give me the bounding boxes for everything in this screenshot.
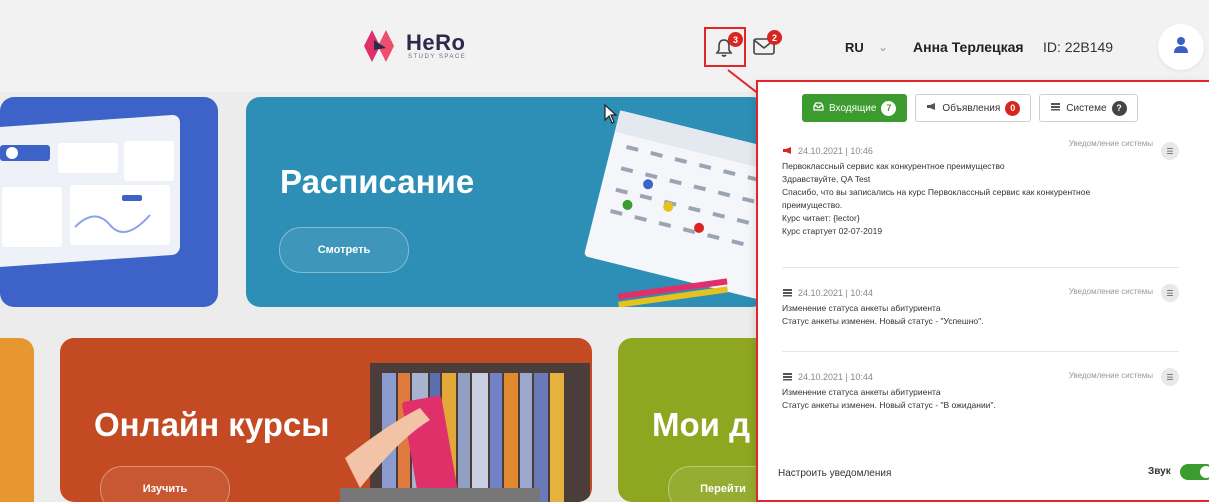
tab-announcements-label: Объявления	[942, 102, 1001, 114]
dashboard-card[interactable]	[0, 97, 218, 307]
sound-label: Звук	[1148, 466, 1171, 477]
dashboard-illustration	[0, 114, 180, 268]
tab-inbox-count: 7	[881, 100, 897, 116]
tab-inbox[interactable]: Входящие 7	[802, 94, 908, 122]
notification-text: преимущество.	[782, 200, 843, 210]
tab-system-count: ?	[1111, 100, 1127, 116]
notifications-badge: 3	[728, 32, 743, 47]
mouse-cursor-icon	[604, 104, 618, 124]
notification-text: Курс читает: {lector}	[782, 213, 860, 223]
notification-source: Уведомление системы	[1068, 371, 1153, 380]
notification-list: 24.10.2021 | 10:46 Уведомление системы ☰…	[782, 136, 1179, 436]
tab-inbox-label: Входящие	[829, 102, 877, 114]
messages-button[interactable]: 2	[751, 30, 783, 60]
notification-text: Статус анкеты изменен. Новый статус - "В…	[782, 400, 996, 410]
notifications-panel: Входящие 7 Объявления 0 Системе ? 24.10.…	[756, 80, 1209, 502]
top-header: HeRo STUDY SPACE 3 2 RU ⌄ Анна Терлецкая…	[0, 0, 1209, 92]
system-icon	[782, 368, 793, 386]
logo-mark-icon	[360, 26, 400, 66]
notification-menu-icon[interactable]: ☰	[1161, 368, 1179, 386]
notification-text: Изменение статуса анкеты абитуриента	[782, 387, 941, 397]
notification-item[interactable]: 24.10.2021 | 10:44 Уведомление системы ☰…	[782, 268, 1179, 352]
my-items-title: Мои д	[652, 406, 751, 443]
notification-text: Здравствуйте, QA Test	[782, 174, 871, 184]
system-icon	[1050, 102, 1061, 114]
avatar[interactable]	[1158, 24, 1204, 70]
online-courses-card[interactable]: Онлайн курсы Изучить	[60, 338, 592, 502]
notification-item[interactable]: 24.10.2021 | 10:46 Уведомление системы ☰…	[782, 136, 1179, 268]
megaphone-icon	[926, 102, 937, 114]
my-items-card[interactable]: Мои д Перейти	[618, 338, 778, 502]
notification-item[interactable]: 24.10.2021 | 10:44 Уведомление системы ☰…	[782, 352, 1179, 436]
notification-settings-link[interactable]: Настроить уведомления	[778, 468, 891, 479]
tab-system-label: Системе	[1066, 102, 1107, 114]
notification-text: Курс стартует 02-07-2019	[782, 226, 883, 236]
logo-name: HeRo	[406, 30, 466, 55]
megaphone-icon	[782, 142, 793, 160]
user-icon	[1173, 36, 1189, 59]
logo-subtitle: STUDY SPACE	[408, 54, 467, 60]
tab-system[interactable]: Системе ?	[1039, 94, 1138, 122]
calendar-illustration	[584, 110, 766, 307]
user-name[interactable]: Анна Терлецкая	[913, 39, 1024, 55]
online-courses-title: Онлайн курсы	[94, 406, 330, 443]
inbox-icon	[813, 102, 824, 114]
schedule-card[interactable]: Расписание Смотреть	[246, 97, 766, 307]
notification-source: Уведомление системы	[1068, 139, 1153, 148]
sound-toggle[interactable]	[1180, 464, 1209, 480]
orange-card[interactable]	[0, 338, 34, 502]
online-courses-study-button[interactable]: Изучить	[100, 466, 230, 502]
tab-announcements-count: 0	[1005, 100, 1021, 116]
language-selector[interactable]: RU	[845, 40, 864, 55]
notification-date: 24.10.2021 | 10:46	[798, 146, 873, 156]
notification-text: Изменение статуса анкеты абитуриента	[782, 303, 941, 313]
notification-source: Уведомление системы	[1068, 287, 1153, 296]
user-id: ID: 22B149	[1043, 39, 1114, 55]
notification-text: Первоклассный сервис как конкурентное пр…	[782, 161, 1005, 171]
logo[interactable]: HeRo STUDY SPACE	[360, 26, 466, 66]
chevron-down-icon[interactable]: ⌄	[878, 40, 888, 54]
notification-text: Спасибо, что вы записались на курс Перво…	[782, 187, 1091, 197]
notification-text: Статус анкеты изменен. Новый статус - "У…	[782, 316, 984, 326]
notification-menu-icon[interactable]: ☰	[1161, 142, 1179, 160]
notification-date: 24.10.2021 | 10:44	[798, 288, 873, 298]
notification-menu-icon[interactable]: ☰	[1161, 284, 1179, 302]
messages-badge: 2	[767, 30, 782, 45]
system-icon	[782, 284, 793, 302]
notification-tabs: Входящие 7 Объявления 0 Системе ?	[802, 94, 1138, 122]
notification-date: 24.10.2021 | 10:44	[798, 372, 873, 382]
tab-announcements[interactable]: Объявления 0	[915, 94, 1032, 122]
notifications-button[interactable]: 3	[704, 27, 746, 67]
